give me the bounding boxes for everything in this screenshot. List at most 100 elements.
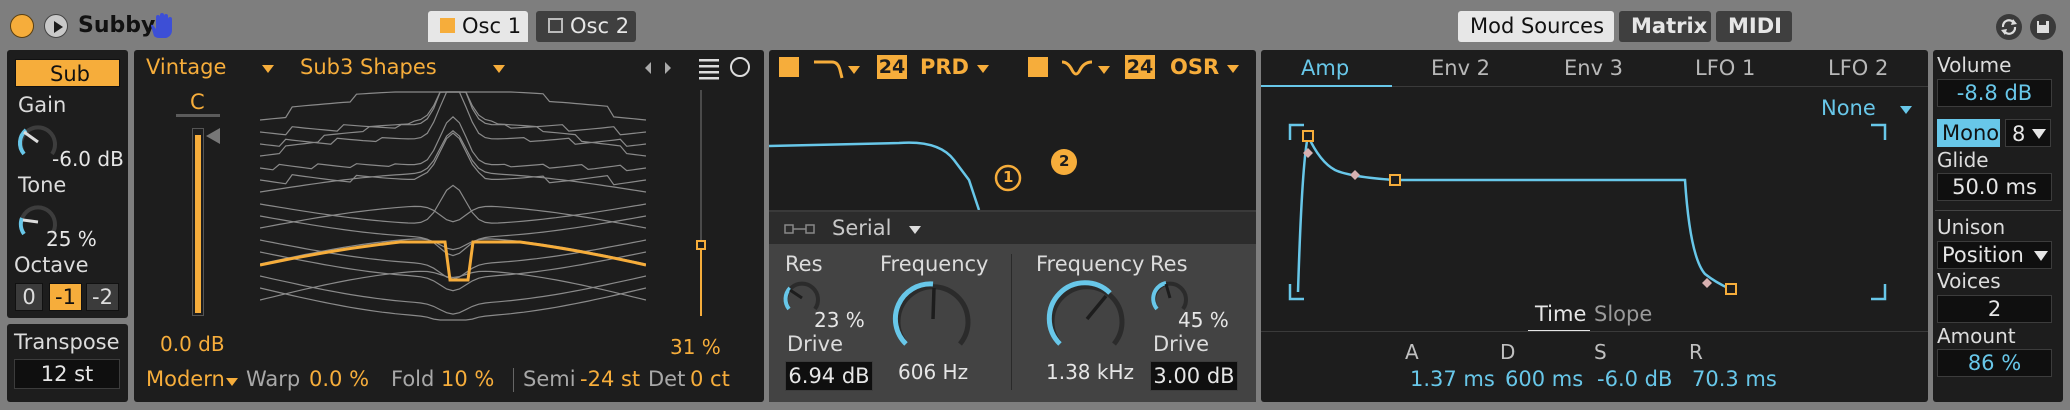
position-slider-handle[interactable] [696,240,706,250]
transpose-field[interactable]: 12 st [14,359,120,389]
position-slider-fill [700,246,702,316]
mono-toggle[interactable]: Mono [1937,119,2000,147]
hand-icon[interactable] [148,12,174,40]
attack-value[interactable]: 1.37 ms [1410,369,1495,390]
tab-amp[interactable]: Amp [1301,58,1349,79]
refresh-button[interactable] [1996,14,2022,40]
decay-value[interactable]: 600 ms [1505,369,1583,390]
osc1-enable-toggle[interactable] [440,18,455,33]
device-power-button[interactable] [10,14,34,38]
mod-tabs: Amp Env 2 Env 3 LFO 1 LFO 2 [1261,50,1928,88]
notch-shape-icon[interactable] [1060,56,1098,80]
filter2-res-value[interactable]: 45 % [1178,310,1229,330]
filter2-node[interactable]: 2 [1059,154,1069,169]
octave-minus2-button[interactable]: -2 [86,283,119,311]
refresh-icon [2001,19,2017,35]
chevron-down-icon [1098,66,1110,74]
filter2-slope[interactable]: 24 [1125,55,1155,79]
osc2-enable-toggle[interactable] [548,18,563,33]
next-arrow-icon[interactable] [665,62,671,74]
semi-value[interactable]: -24 st [580,369,640,390]
det-label: Det [648,367,686,391]
filter1-node[interactable]: 1 [1003,170,1013,185]
chevron-down-icon [848,66,860,74]
filter1-slope[interactable]: 24 [877,55,907,79]
glide-value: 50.0 ms [1952,175,2037,199]
semi-label: Semi [523,367,576,391]
filter1-freq-value[interactable]: 606 Hz [898,362,968,382]
tone-value[interactable]: 25 % [46,229,97,249]
octave-label: Octave [14,253,89,277]
sub-toggle[interactable]: Sub [15,59,120,87]
volume-field[interactable]: -8.8 dB [1937,79,2052,107]
envelope-display[interactable] [1280,122,1895,302]
wavetable-frame [260,270,646,301]
voices-field[interactable]: 2 [1937,295,2052,323]
sustain-label: S [1594,340,1607,364]
release-value[interactable]: 70.3 ms [1692,369,1777,390]
tab-osc2[interactable]: Osc 2 [536,11,636,42]
pitch-note: C [190,90,205,114]
level-meter-track[interactable] [192,128,204,316]
tab-osc1-label: Osc 1 [462,14,522,38]
prev-next-arrows[interactable] [640,58,676,78]
voices-value: 2 [1987,297,2002,321]
lowpass-shape-icon[interactable] [812,56,850,80]
filter2-freq-knob[interactable] [1046,278,1128,360]
poly-voices-value: 8 [2012,122,2026,146]
wavetable-frame [260,91,646,136]
octave-0-button[interactable]: 0 [15,283,43,311]
tab-lfo2[interactable]: LFO 2 [1828,58,1888,79]
unison-mode-select[interactable]: Position S [1937,241,2052,269]
tab-midi[interactable]: MIDI [1716,11,1792,42]
filter1-enable-toggle[interactable] [779,57,799,77]
fold-value[interactable]: 10 % [441,369,494,390]
wavetable-frame [260,132,646,186]
play-button[interactable] [44,14,68,38]
circle-icon[interactable] [728,55,752,79]
save-button[interactable] [2030,14,2056,40]
filter1-freq-knob[interactable] [892,278,974,360]
wavetable-display[interactable] [260,90,646,322]
filter-response-display[interactable]: 1 2 [768,90,1256,211]
filter-curve [768,141,1077,211]
wavetable-frame [260,205,646,229]
glide-field[interactable]: 50.0 ms [1937,173,2052,201]
osc-mode-select[interactable]: Modern [146,369,225,390]
tab-env2[interactable]: Env 2 [1431,58,1490,79]
gain-value[interactable]: -6.0 dB [52,149,124,169]
view-time-toggle[interactable]: Time [1528,300,1590,332]
octave-minus1-button[interactable]: -1 [49,283,82,311]
tab-env3[interactable]: Env 3 [1564,58,1623,79]
filter1-res-value[interactable]: 23 % [814,310,865,330]
prev-arrow-icon[interactable] [645,62,651,74]
det-value[interactable]: 0 ct [690,369,730,390]
tab-mod-sources[interactable]: Mod Sources [1458,11,1614,42]
sustain-value[interactable]: -6.0 dB [1597,369,1672,390]
filter2-freq-value[interactable]: 1.38 kHz [1046,362,1134,382]
filter2-drive-field[interactable]: 3.00 dB [1150,361,1238,391]
poly-voices-select[interactable]: 8 [2005,119,2051,147]
mod-target-select[interactable]: None [1821,98,1876,119]
filter2-enable-toggle[interactable] [1028,57,1048,77]
warp-value[interactable]: 0.0 % [309,369,369,390]
routing-select[interactable]: Serial [832,218,891,239]
filter1-drive-field[interactable]: 6.94 dB [785,361,873,391]
view-slope-toggle[interactable]: Slope [1594,304,1652,325]
wavetable-active-frame [260,240,646,282]
level-value[interactable]: 0.0 dB [160,334,225,354]
amount-field[interactable]: 86 % [1937,349,2052,377]
wavetable-select[interactable]: Sub3 Shapes [300,57,437,78]
list-icon[interactable] [697,56,721,80]
wavetable-frame [260,239,646,280]
filter2-type-select[interactable]: OSR [1170,57,1219,78]
amount-value: 86 % [1967,351,2022,375]
filter1-type-select[interactable]: PRD [920,57,969,78]
wavetable-category-select[interactable]: Vintage [146,57,226,78]
tab-osc1[interactable]: Osc 1 [428,11,528,42]
tab-lfo1[interactable]: LFO 1 [1695,58,1755,79]
fold-label: Fold [391,367,435,391]
volume-value: -8.8 dB [1956,81,2033,105]
position-value[interactable]: 31 % [670,337,721,357]
tab-matrix[interactable]: Matrix [1619,11,1711,42]
